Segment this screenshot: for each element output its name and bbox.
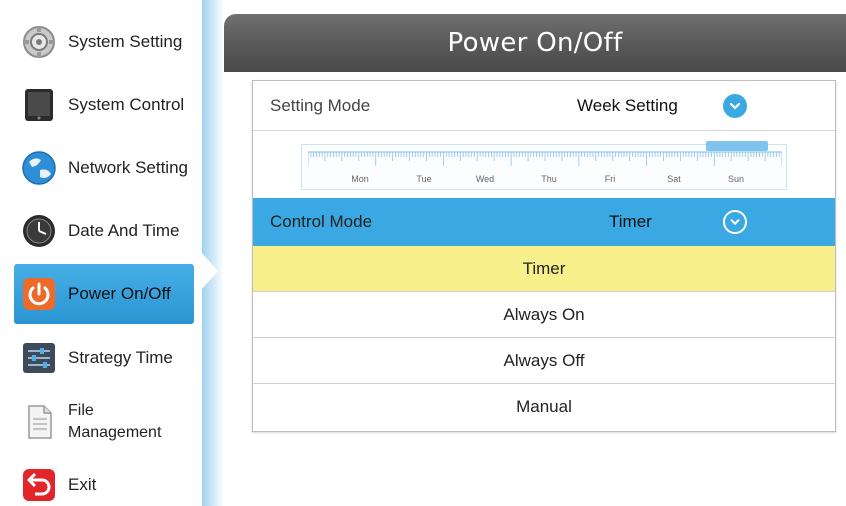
chevron-down-icon[interactable] — [723, 210, 747, 234]
sidebar-item-label: System Setting — [68, 32, 183, 51]
power-icon — [20, 275, 58, 313]
sidebar-item-strategy-time[interactable]: Strategy Time — [14, 328, 194, 388]
day-label: Sat — [667, 174, 681, 184]
exit-icon — [20, 466, 58, 504]
gear-icon — [20, 23, 58, 61]
settings-panel: Setting Mode Week Setting Mon Tue Wed Th… — [252, 80, 836, 432]
chevron-down-icon[interactable] — [723, 94, 747, 118]
sidebar-item-label: Power On/Off — [68, 284, 171, 303]
sidebar-item-label: Strategy Time — [68, 348, 173, 367]
control-mode-row[interactable]: Control Mode Timer — [253, 198, 835, 246]
sidebar-item-label: Exit — [68, 475, 97, 494]
option-always-on[interactable]: Always On — [253, 292, 835, 338]
page-header: Power On/Off — [224, 14, 846, 72]
active-indicator-arrow — [202, 253, 218, 289]
clock-icon — [20, 212, 58, 250]
day-label: Tue — [416, 174, 432, 184]
day-label: Wed — [475, 174, 495, 184]
option-timer[interactable]: Timer — [253, 246, 835, 292]
sidebar-item-file-management[interactable]: File Management — [14, 392, 194, 452]
option-manual[interactable]: Manual — [253, 384, 835, 430]
sidebar-item-label: File Management — [68, 402, 162, 441]
day-label: Mon — [351, 174, 369, 184]
document-icon — [20, 403, 58, 441]
control-mode-label: Control Mode — [270, 212, 373, 231]
timeline-active-range[interactable] — [706, 141, 768, 151]
sidebar-item-label: Network Setting — [68, 158, 188, 177]
setting-mode-label: Setting Mode — [270, 95, 371, 115]
setting-mode-row[interactable]: Setting Mode Week Setting — [253, 81, 835, 131]
tablet-icon — [20, 86, 58, 124]
day-label: Thu — [541, 174, 557, 184]
sidebar-item-exit[interactable]: Exit — [14, 455, 194, 506]
day-label: Sun — [727, 174, 745, 184]
setting-mode-value[interactable]: Week Setting — [577, 96, 678, 116]
sidebar-item-label: Date And Time — [68, 221, 180, 240]
sidebar-item-network-setting[interactable]: Network Setting — [14, 138, 194, 198]
day-label: Fri — [604, 174, 616, 184]
sliders-icon — [20, 339, 58, 377]
timeline-ticks — [308, 151, 782, 166]
page-title: Power On/Off — [447, 28, 623, 58]
globe-icon — [20, 149, 58, 187]
option-always-off[interactable]: Always Off — [253, 338, 835, 384]
sidebar-item-system-setting[interactable]: System Setting — [14, 12, 194, 72]
sidebar-item-system-control[interactable]: System Control — [14, 75, 194, 135]
sidebar-item-power-on-off[interactable]: Power On/Off — [14, 264, 194, 324]
sidebar-divider — [202, 0, 224, 506]
sidebar-item-date-and-time[interactable]: Date And Time — [14, 201, 194, 261]
control-mode-value[interactable]: Timer — [609, 212, 652, 232]
sidebar-item-label: System Control — [68, 95, 185, 114]
sidebar: System Setting System Control Network Se… — [0, 0, 202, 506]
week-timeline[interactable]: Mon Tue Wed Thu Fri Sat Sun — [301, 141, 787, 190]
